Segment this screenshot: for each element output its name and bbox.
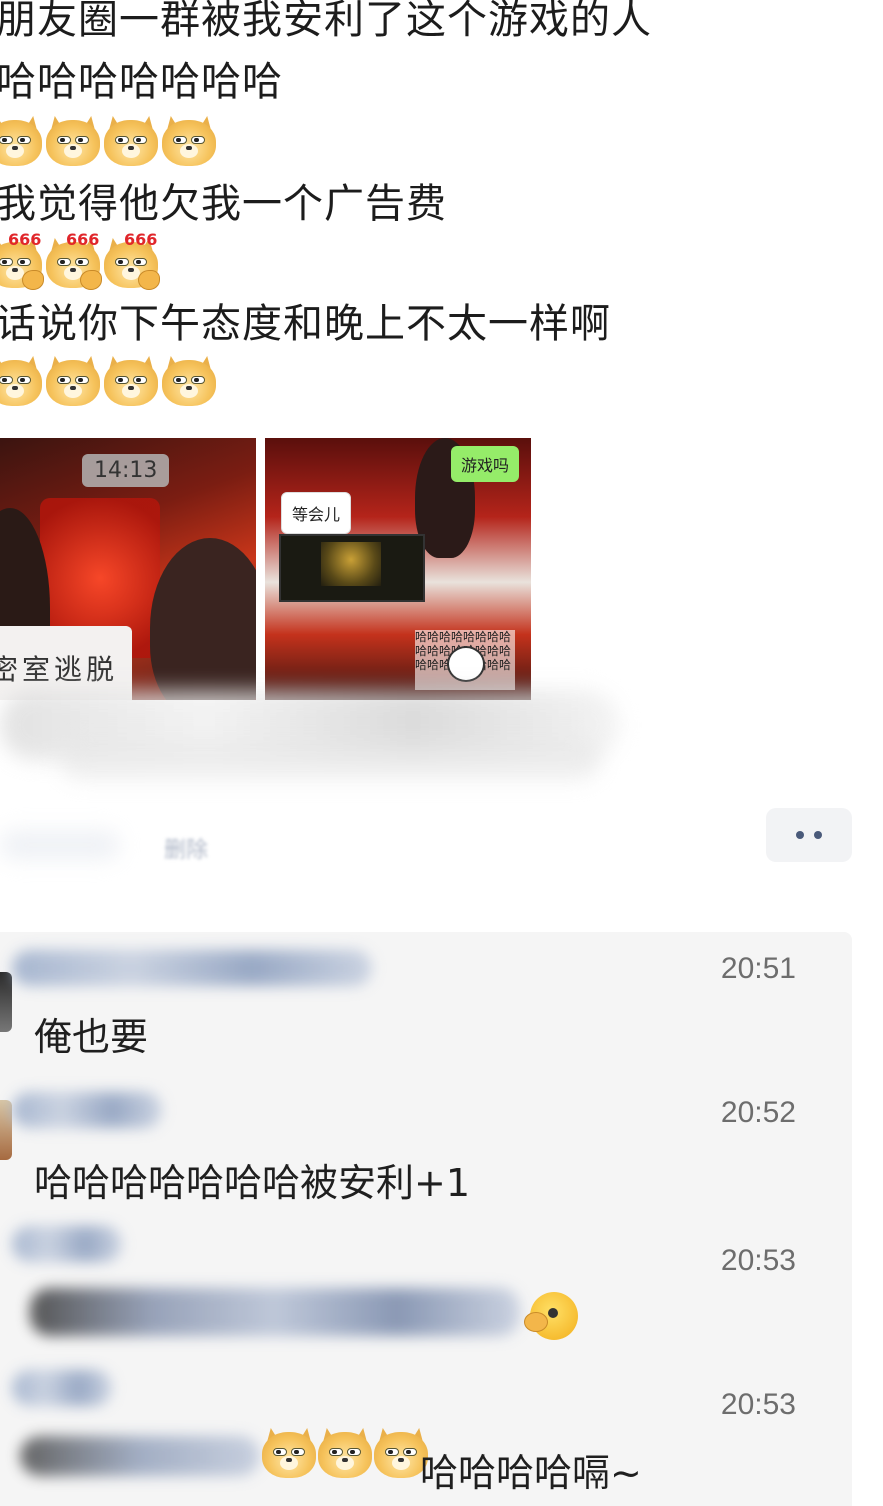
comment-text-redacted — [20, 1436, 260, 1476]
laughing-face-icon — [447, 646, 485, 682]
image-caption: 密室逃脱 — [0, 653, 119, 686]
avatar[interactable] — [0, 972, 12, 1032]
commenter-name-redacted — [12, 1092, 162, 1128]
comment-text-redacted — [30, 1288, 520, 1336]
avatar[interactable] — [0, 1100, 12, 1160]
doge-icon — [46, 116, 100, 166]
doge-icon — [162, 356, 216, 406]
comment-time: 20:53 — [720, 1244, 796, 1277]
doge-icon — [104, 116, 158, 166]
emoji-row-1 — [0, 116, 216, 166]
redaction-smear — [60, 740, 600, 780]
more-dots-icon — [796, 831, 804, 839]
comment-time: 20:51 — [720, 952, 796, 985]
delete-link[interactable]: 删除 — [164, 832, 208, 864]
post-line-1: 朋友圈一群被我安利了这个游戏的人 — [0, 0, 652, 43]
comment-item[interactable]: 20:51 俺也要 — [0, 932, 852, 1076]
doge-666-icon: 666 — [0, 230, 44, 290]
video-time-badge: 14:13 — [82, 454, 170, 487]
comment-item[interactable]: 20:52 哈哈哈哈哈哈哈被安利+1 — [0, 1076, 852, 1220]
doge-icon — [104, 356, 158, 406]
post-line-3: 我觉得他欠我一个广告费 — [0, 181, 447, 227]
chat-bubble-white: 等会儿 — [281, 492, 352, 534]
comment-text: 哈哈哈哈嗝~ — [420, 1451, 642, 1495]
doge-icon — [318, 1428, 372, 1478]
post-line-2: 哈哈哈哈哈哈哈 — [0, 59, 283, 105]
doge-icon — [0, 356, 42, 406]
comment-time: 20:53 — [720, 1388, 796, 1421]
post-image-right[interactable]: 游戏吗 等会儿 哈哈哈哈哈哈哈哈哈哈哈哈哈哈哈哈哈哈哈哈哈哈哈哈 — [265, 438, 531, 700]
doge-emoji-group — [262, 1428, 428, 1478]
doge-icon — [0, 116, 42, 166]
game-screenshot-thumbnail — [279, 534, 425, 602]
image-caption-card: 密室逃脱 — [0, 626, 132, 700]
doge-icon — [262, 1428, 316, 1478]
comment-item[interactable]: 20:53 — [0, 1220, 852, 1364]
comments-section: 20:51 俺也要 20:52 哈哈哈哈哈哈哈被安利+1 20:53 20:53… — [0, 932, 852, 1506]
chat-bubble-green: 游戏吗 — [451, 446, 520, 482]
redaction-smear — [0, 830, 120, 860]
doge-666-icon: 666 — [104, 230, 160, 290]
post-image-left[interactable]: 14:13 密室逃脱 — [0, 438, 256, 700]
doge-icon — [162, 116, 216, 166]
doge-666-icon: 666 — [46, 230, 102, 290]
comment-text: 俺也要 — [34, 1015, 149, 1059]
emoji-row-3 — [0, 356, 216, 406]
commenter-name-redacted — [12, 950, 372, 986]
comment-time: 20:52 — [720, 1096, 796, 1129]
more-dots-icon — [814, 831, 822, 839]
commenter-name-redacted — [12, 1370, 112, 1406]
post-line-4: 话说你下午态度和晚上不太一样啊 — [0, 301, 611, 347]
wink-emoji-icon — [524, 1292, 578, 1340]
emoji-row-2: 666 666 666 — [0, 230, 160, 290]
comment-item[interactable]: 20:53 哈哈哈哈嗝~ — [0, 1364, 852, 1506]
doge-icon — [46, 356, 100, 406]
character-hair — [150, 538, 256, 700]
comment-text: 哈哈哈哈哈哈哈被安利+1 — [34, 1161, 471, 1205]
more-actions-button[interactable] — [766, 808, 852, 862]
commenter-name-redacted — [12, 1226, 122, 1262]
